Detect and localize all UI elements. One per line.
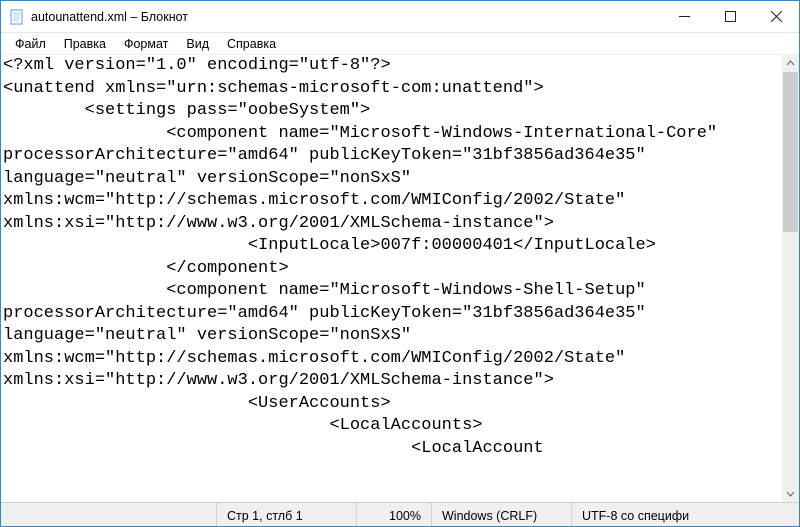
status-eol: Windows (CRLF) (431, 503, 571, 526)
minimize-button[interactable] (661, 1, 707, 33)
scrollbar-thumb[interactable] (783, 72, 798, 232)
status-empty (1, 503, 216, 526)
scrollbar-track[interactable] (782, 72, 799, 485)
notepad-icon (9, 9, 25, 25)
status-encoding: UTF-8 со специфи (571, 503, 799, 526)
titlebar: autounattend.xml – Блокнот (1, 1, 799, 33)
close-button[interactable] (753, 1, 799, 33)
menu-file[interactable]: Файл (7, 36, 54, 52)
scroll-up-icon[interactable] (782, 55, 799, 72)
statusbar: Стр 1, стлб 1 100% Windows (CRLF) UTF-8 … (1, 502, 799, 526)
text-editor[interactable]: <?xml version="1.0" encoding="utf-8"?> <… (1, 55, 782, 502)
window-title: autounattend.xml – Блокнот (31, 10, 188, 24)
menu-edit[interactable]: Правка (56, 36, 114, 52)
menu-format[interactable]: Формат (116, 36, 176, 52)
menu-help[interactable]: Справка (219, 36, 284, 52)
menu-view[interactable]: Вид (178, 36, 217, 52)
editor-area: <?xml version="1.0" encoding="utf-8"?> <… (1, 55, 799, 502)
menubar: Файл Правка Формат Вид Справка (1, 33, 799, 55)
scroll-down-icon[interactable] (782, 485, 799, 502)
status-zoom: 100% (356, 503, 431, 526)
maximize-button[interactable] (707, 1, 753, 33)
vertical-scrollbar[interactable] (782, 55, 799, 502)
status-position: Стр 1, стлб 1 (216, 503, 356, 526)
